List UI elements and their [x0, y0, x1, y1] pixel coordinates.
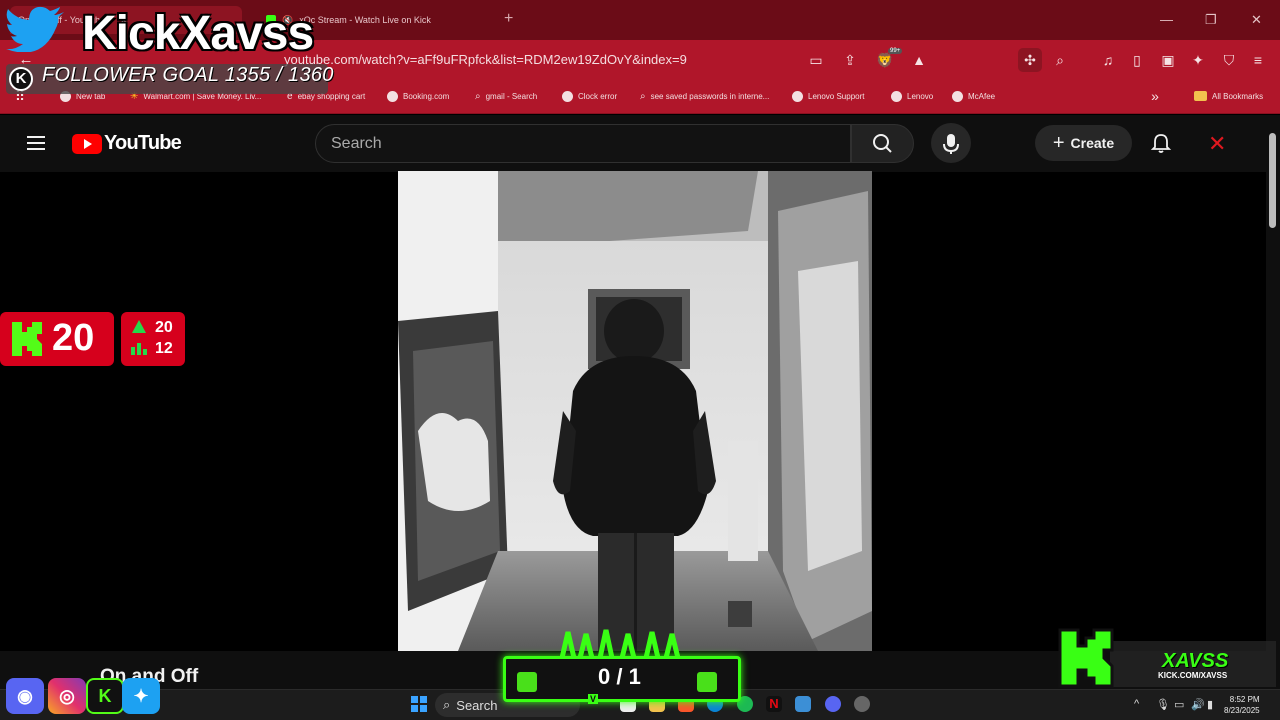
- bookmark-clock-error[interactable]: Clock error: [562, 88, 617, 104]
- kick-brand-logo-icon: [1058, 628, 1114, 688]
- globe-icon: [387, 90, 398, 102]
- notifications-bell-icon[interactable]: [1150, 132, 1172, 154]
- bookmark-lenovo-support[interactable]: Lenovo Support: [792, 88, 865, 104]
- windows-start-icon[interactable]: [411, 696, 427, 712]
- microphone-icon: [943, 134, 959, 154]
- folder-icon: [1194, 91, 1207, 101]
- clock-time: 8:52 PM: [1229, 695, 1260, 704]
- scrollbar-thumb[interactable]: [1269, 133, 1276, 228]
- tray-chevron-icon[interactable]: ^: [1134, 698, 1139, 710]
- search-button[interactable]: [851, 124, 914, 163]
- microphone-tray-icon[interactable]: 🎙: [1156, 698, 1170, 711]
- bookmark-lenovo[interactable]: Lenovo: [891, 88, 933, 104]
- bookmark-mcafee[interactable]: McAfee: [952, 88, 995, 104]
- tab-label: xQc Stream - Watch Live on Kick: [299, 15, 431, 25]
- channel-name-overlay: KickXavss: [82, 7, 314, 60]
- create-button[interactable]: + Create: [1035, 125, 1132, 161]
- search-icon: [873, 134, 892, 153]
- follower-goal-text: FOLLOWER GOAL 1355 / 1360: [42, 64, 334, 86]
- globe-icon: [562, 90, 573, 102]
- bookmark-saved-passwords[interactable]: ⌕ see saved passwords in interne...: [640, 88, 769, 104]
- search-tab-icon[interactable]: ⌕: [1052, 52, 1068, 68]
- kick-icon: K: [86, 678, 124, 714]
- photos-icon[interactable]: [795, 696, 811, 712]
- video-frame-photo: [398, 171, 872, 651]
- search-icon: ⌕: [443, 697, 451, 712]
- twitter-bird-icon: [6, 6, 64, 52]
- address-bar[interactable]: youtube.com/watch?v=aFf9uFRpfck&list=RDM…: [284, 52, 687, 67]
- netflix-icon[interactable]: N: [766, 696, 782, 712]
- window-close-icon[interactable]: ✕: [1251, 12, 1262, 28]
- globe-icon: [891, 90, 902, 102]
- bookmark-gmail-search[interactable]: ⌕ gmail - Search: [475, 88, 537, 104]
- new-tab-icon[interactable]: +: [504, 10, 513, 28]
- avatar-x-icon[interactable]: ✕: [1208, 131, 1226, 157]
- all-bookmarks[interactable]: All Bookmarks: [1194, 88, 1263, 104]
- stat-bottom-value: 12: [155, 340, 173, 357]
- taskbar-clock[interactable]: 8:52 PM 8/23/2025: [1224, 694, 1260, 716]
- globe-icon: [952, 90, 963, 102]
- twitter-icon: ✦: [122, 678, 160, 714]
- cast-icon[interactable]: ▭: [808, 52, 824, 68]
- brave-shield-icon[interactable]: 🦁: [876, 52, 893, 68]
- vpn-icon[interactable]: ⛉: [1221, 52, 1237, 68]
- restore-icon[interactable]: ❐: [1205, 12, 1217, 28]
- sidebar-icon[interactable]: ▯: [1129, 52, 1145, 68]
- brave-badge: 99+: [888, 48, 903, 54]
- voice-search-button[interactable]: [931, 123, 971, 163]
- battery-icon[interactable]: ▮: [1207, 698, 1213, 711]
- stats-widget: [121, 312, 185, 366]
- guide-menu-icon[interactable]: [27, 136, 45, 150]
- wallet-icon[interactable]: ▣: [1160, 52, 1176, 68]
- goal-badge: V: [588, 694, 599, 704]
- more-bookmarks-icon[interactable]: »: [1147, 88, 1163, 104]
- extensions-icon: ✣: [1024, 52, 1036, 68]
- youtube-logo-icon[interactable]: [72, 134, 102, 154]
- goal-right-icon: [697, 672, 717, 692]
- goal-left-icon: [517, 672, 537, 692]
- goal-progress: 0 / 1: [598, 664, 641, 689]
- video-player[interactable]: [398, 171, 872, 651]
- share-icon[interactable]: ⇪: [842, 52, 858, 68]
- brand-url: KICK.COM/XAVSS: [1158, 671, 1228, 680]
- plus-icon: +: [1052, 131, 1065, 154]
- viewer-count: 20: [52, 317, 95, 359]
- brand-name: XAVSS: [1162, 650, 1229, 672]
- minimize-icon[interactable]: —: [1160, 12, 1173, 27]
- search-icon: ⌕: [475, 90, 481, 102]
- brave-rewards-icon[interactable]: ▲: [911, 52, 927, 68]
- youtube-logo-text[interactable]: YouTube: [104, 132, 182, 155]
- instagram-icon: ◎: [48, 678, 86, 714]
- search-icon: ⌕: [640, 90, 646, 102]
- leo-ai-icon[interactable]: ✦: [1190, 52, 1206, 68]
- screen: On and Off - YouTube ✕ 🔇 xQc Stream - Wa…: [0, 0, 1280, 720]
- volume-icon[interactable]: 🔊: [1191, 698, 1205, 711]
- settings-icon[interactable]: [854, 696, 870, 712]
- stat-top-value: 20: [155, 319, 173, 336]
- bookmark-booking[interactable]: Booking.com: [387, 88, 449, 104]
- search-input[interactable]: Search: [315, 124, 851, 163]
- menu-icon[interactable]: ≡: [1250, 52, 1266, 68]
- discord-taskbar-icon[interactable]: [825, 696, 841, 712]
- music-icon[interactable]: ♫: [1100, 52, 1116, 68]
- bar-chart-icon: [131, 343, 147, 355]
- discord-icon: ◉: [6, 678, 44, 714]
- globe-icon: [792, 90, 803, 102]
- clock-date: 8/23/2025: [1224, 706, 1260, 715]
- up-arrow-icon: [132, 320, 146, 333]
- kick-logo-icon: K: [9, 67, 33, 91]
- kick-logo-icon: [12, 322, 42, 356]
- network-icon[interactable]: ▭: [1174, 698, 1184, 711]
